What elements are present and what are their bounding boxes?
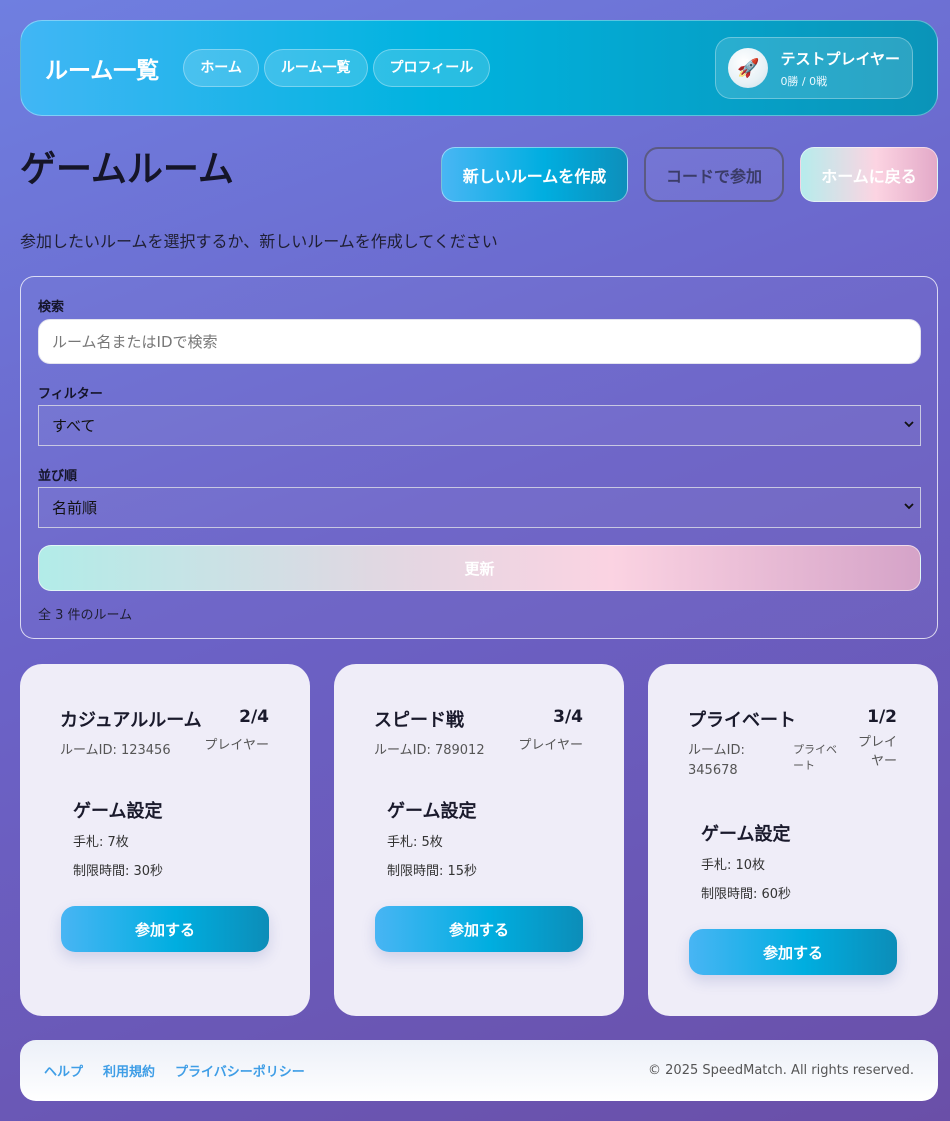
page-subtitle: 参加したいルームを選択するか、新しいルームを作成してください <box>20 232 498 251</box>
time-limit: 制限時間: 15秒 <box>387 864 478 879</box>
filter-panel: 検索 ルーム名またはIDで検索 フィルター すべて 並び順 名前順 更新 全 3… <box>20 276 938 639</box>
player-label: プレイヤー <box>857 735 897 769</box>
join-room-button[interactable]: 参加する <box>61 906 269 952</box>
sort-select[interactable]: 名前順 <box>38 487 921 528</box>
player-count: 1/2 <box>867 707 897 727</box>
rocket-icon: 🚀 <box>728 48 769 88</box>
filter-value: すべて <box>52 417 96 435</box>
room-name: プライベート <box>688 710 796 731</box>
filter-label: フィルター <box>38 387 103 402</box>
nav-room-list[interactable]: ルーム一覧 <box>263 49 368 87</box>
room-id: 345678 <box>688 763 738 778</box>
player-label: プレイヤー <box>204 738 269 753</box>
room-id: ルームID: 123456 <box>60 743 171 758</box>
room-name: カジュアルルーム <box>60 710 202 731</box>
copyright-text: © 2025 SpeedMatch. All rights reserved. <box>648 1063 914 1078</box>
room-count-text: 全 3 件のルーム <box>38 608 133 623</box>
create-room-button[interactable]: 新しいルームを作成 <box>441 147 628 202</box>
room-card: プライベート ルームID: 345678 プライベート 1/2 プレイヤー ゲー… <box>648 664 938 1016</box>
terms-link[interactable]: 利用規約 <box>103 1061 155 1080</box>
join-room-button[interactable]: 参加する <box>375 906 583 952</box>
join-room-button[interactable]: 参加する <box>689 929 897 975</box>
room-card: カジュアルルーム ルームID: 123456 2/4 プレイヤー ゲーム設定 手… <box>20 664 310 1016</box>
hand-size: 手札: 7枚 <box>73 835 129 850</box>
player-label: プレイヤー <box>518 738 583 753</box>
refresh-button[interactable]: 更新 <box>38 545 921 591</box>
search-label: 検索 <box>38 300 65 315</box>
nav-home[interactable]: ホーム <box>183 49 259 87</box>
user-name: テストプレイヤー <box>780 49 900 68</box>
footer: ヘルプ 利用規約 プライバシーポリシー © 2025 SpeedMatch. A… <box>20 1040 938 1101</box>
time-limit: 制限時間: 30秒 <box>73 864 164 879</box>
private-badge: プライベート <box>793 743 837 772</box>
player-count: 3/4 <box>553 707 583 727</box>
sort-value: 名前順 <box>52 499 98 517</box>
chevron-down-icon <box>904 503 914 510</box>
chevron-down-icon <box>904 421 914 428</box>
hand-size: 手札: 10枚 <box>701 858 766 873</box>
app-header: ルーム一覧 ホーム ルーム一覧 プロフィール 🚀 テストプレイヤー 0勝 / 0… <box>20 20 938 116</box>
time-limit: 制限時間: 60秒 <box>701 887 792 902</box>
room-name: スピード戦 <box>374 710 464 731</box>
room-id: ルームID: 789012 <box>374 743 485 758</box>
settings-title: ゲーム設定 <box>387 801 477 822</box>
page-title: ゲームルーム <box>20 149 234 190</box>
join-by-code-button[interactable]: コードで参加 <box>644 147 784 202</box>
settings-title: ゲーム設定 <box>73 801 163 822</box>
privacy-link[interactable]: プライバシーポリシー <box>175 1061 305 1080</box>
user-card[interactable]: 🚀 テストプレイヤー 0勝 / 0戦 <box>715 37 913 99</box>
room-id-label: ルームID: <box>688 743 745 758</box>
hand-size: 手札: 5枚 <box>387 835 443 850</box>
settings-title: ゲーム設定 <box>701 824 791 845</box>
room-card: スピード戦 ルームID: 789012 3/4 プレイヤー ゲーム設定 手札: … <box>334 664 624 1016</box>
player-count: 2/4 <box>239 707 269 727</box>
user-record: 0勝 / 0戦 <box>780 74 828 88</box>
back-home-button[interactable]: ホームに戻る <box>800 147 938 202</box>
app-logo: ルーム一覧 <box>45 58 160 84</box>
help-link[interactable]: ヘルプ <box>44 1061 83 1080</box>
search-input[interactable]: ルーム名またはIDで検索 <box>38 319 921 364</box>
nav-profile[interactable]: プロフィール <box>372 49 491 87</box>
sort-label: 並び順 <box>38 469 78 484</box>
filter-select[interactable]: すべて <box>38 405 921 446</box>
